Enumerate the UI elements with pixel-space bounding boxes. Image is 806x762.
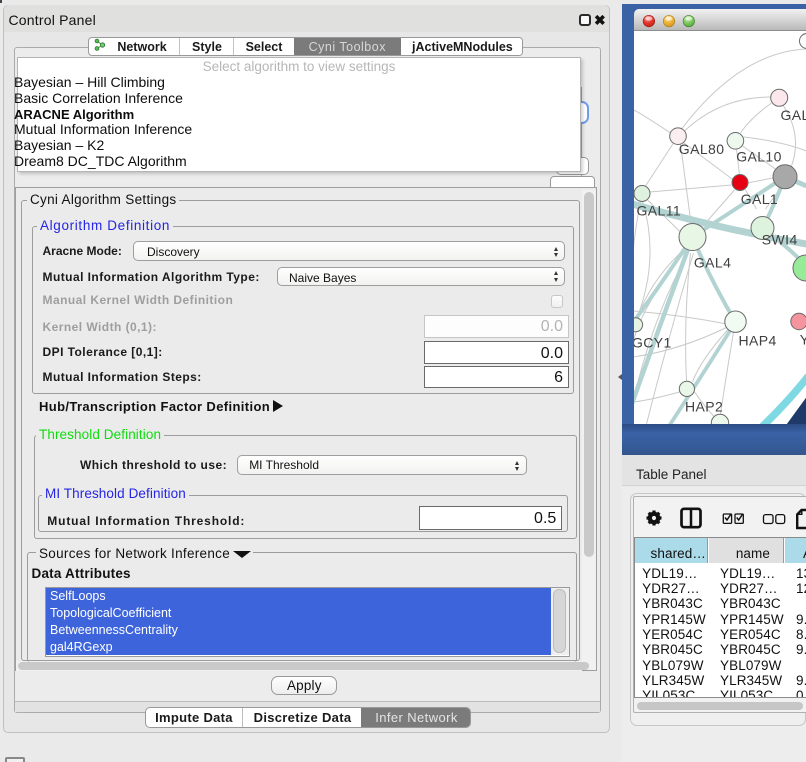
svg-text:Y: Y — [799, 332, 806, 348]
svg-text:HAP4: HAP4 — [738, 333, 776, 349]
svg-text:SWI4: SWI4 — [761, 232, 797, 248]
svg-text:GAL80: GAL80 — [678, 141, 724, 157]
svg-text:GCY1: GCY1 — [634, 335, 672, 351]
svg-text:GAL10: GAL10 — [736, 149, 782, 165]
svg-text:GAL1: GAL1 — [740, 191, 777, 207]
svg-text:GAL2: GAL2 — [780, 107, 806, 123]
svg-text:HAP2: HAP2 — [685, 399, 723, 415]
svg-text:GAL11: GAL11 — [636, 203, 681, 219]
svg-text:GAL4: GAL4 — [693, 255, 730, 271]
